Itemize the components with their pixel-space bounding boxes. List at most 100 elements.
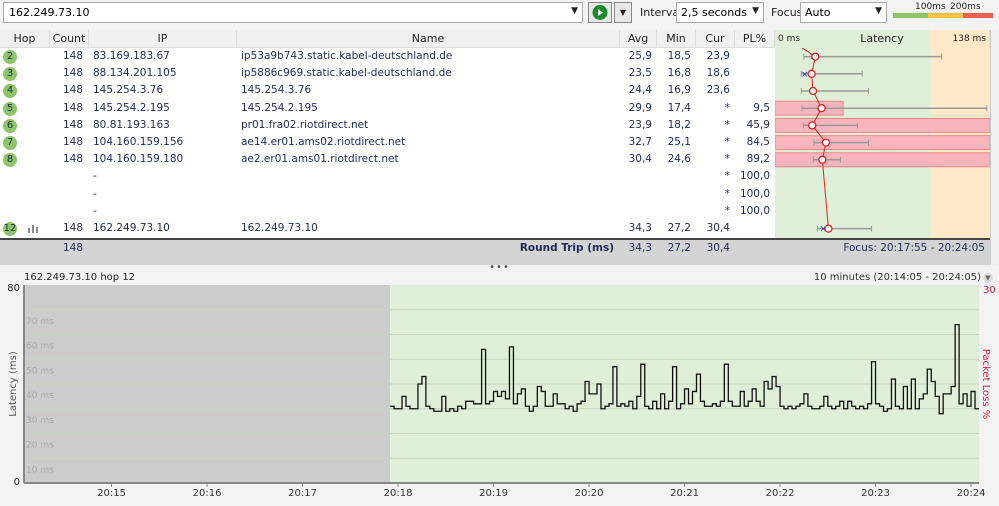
latency-sample xyxy=(410,408,414,410)
summary-row: 148 Round Trip (ms) 34,3 27,2 30,4 Focus… xyxy=(0,238,990,265)
latency-sample xyxy=(864,408,868,410)
latency-sample xyxy=(561,403,565,405)
latency-graph: ×××× xyxy=(775,48,990,235)
hop-row[interactable]: - * 100,0 xyxy=(0,168,775,185)
hop-cur: 23,6 xyxy=(706,84,730,97)
latency-sample xyxy=(585,381,589,383)
latency-sample xyxy=(824,395,828,397)
hop-count: 148 xyxy=(62,153,83,166)
latency-sample xyxy=(959,403,963,405)
chevron-down-icon[interactable]: ▼ xyxy=(571,6,578,16)
latency-sample xyxy=(832,408,836,410)
col-name[interactable]: Name xyxy=(237,30,620,48)
table-header: Hop Count IP Name Avg Min Cur PL% Latenc… xyxy=(0,30,990,48)
latency-sample xyxy=(402,395,406,397)
latency-sample xyxy=(951,385,955,387)
latency-sample xyxy=(963,393,967,395)
col-ip[interactable]: IP xyxy=(89,30,237,48)
hop-avg: 34,3 xyxy=(628,222,652,234)
latency-sample xyxy=(525,405,529,407)
hop-pl: 100,0 xyxy=(739,204,770,217)
start-options-dropdown[interactable]: ▼ xyxy=(614,2,632,23)
hop-name: pr01.fra02.riotdirect.net xyxy=(241,118,369,131)
grid-label: 30 ms xyxy=(26,416,54,426)
hop-pl: 45,9 xyxy=(746,118,770,131)
hop-badge: 7 xyxy=(3,136,17,150)
x-tick-label: 20:23 xyxy=(861,488,890,499)
col-pl[interactable]: PL% xyxy=(735,30,775,48)
latency-sample xyxy=(820,405,824,407)
hop-pl: 9,5 xyxy=(753,101,770,114)
start-trace-button[interactable] xyxy=(588,2,612,23)
hop-ip: 104.160.159.156 xyxy=(93,136,184,148)
hop-ip: 145.254.3.76 xyxy=(93,84,164,97)
hop-row[interactable]: - * 100,0 xyxy=(0,203,775,220)
hop-row[interactable]: 4 148 145.254.3.76 145.254.3.76 24,4 16,9 23,6 xyxy=(0,82,775,99)
hop-pl: 100,0 xyxy=(739,187,770,200)
latency-sample xyxy=(935,395,939,397)
hop-cur: * xyxy=(724,101,730,114)
col-cur[interactable]: Cur xyxy=(696,30,735,48)
bar-chart-icon[interactable] xyxy=(28,224,38,233)
hop-row[interactable]: 6 148 80.81.193.163 pr01.fra02.riotdirect.n… xyxy=(0,117,775,134)
hop-badge: 2 xyxy=(3,50,17,64)
pane-splitter[interactable]: ••• xyxy=(0,263,999,273)
hop-row[interactable]: 7 148 104.160.159.156 ae14.er01.ams02.riotd… xyxy=(0,134,775,151)
avg-latency-point xyxy=(817,104,826,113)
col-hop[interactable]: Hop xyxy=(0,30,50,48)
latency-sample xyxy=(685,388,689,390)
latency-sample xyxy=(541,390,545,392)
hop-row[interactable]: - * 100,0 xyxy=(0,186,775,203)
latency-sample xyxy=(601,408,605,410)
hop-row[interactable]: 8 148 104.160.159.180 ae2.er01.ams01.riotdi… xyxy=(0,151,775,168)
latency-sample xyxy=(808,405,812,407)
latency-sample xyxy=(804,393,808,395)
target-input[interactable]: 162.249.73.10 ▼ xyxy=(3,2,583,23)
latency-sample xyxy=(780,405,784,407)
x-tick-label: 20:19 xyxy=(479,488,508,499)
latency-sample xyxy=(458,405,462,407)
col-avg[interactable]: Avg xyxy=(620,30,657,48)
hop-row[interactable]: 12 148 162.249.73.10 162.249.73.10 34,3 27,2 3… xyxy=(0,220,775,237)
latency-sample xyxy=(394,408,398,410)
interval-select[interactable]: 2,5 seconds ▼ xyxy=(676,2,764,23)
hop-avg: 32,7 xyxy=(628,136,652,148)
hop-pl: 89,2 xyxy=(746,153,770,166)
latency-sample xyxy=(398,408,402,410)
x-tick-label: 20:15 xyxy=(97,488,126,499)
latency-sample xyxy=(505,398,509,400)
latency-sample xyxy=(708,405,712,407)
latency-sample xyxy=(848,400,852,402)
x-tick-label: 20:20 xyxy=(575,488,604,499)
latency-sample xyxy=(609,403,613,405)
latency-sample xyxy=(764,381,768,383)
latency-sample xyxy=(752,388,756,390)
avg-latency-point xyxy=(811,52,820,61)
hop-ip: 80.81.193.163 xyxy=(93,118,170,131)
latency-sample xyxy=(700,400,704,402)
hop-count: - xyxy=(93,204,97,217)
latency-sample xyxy=(430,408,434,410)
latency-sample xyxy=(494,390,498,392)
table-scrollbar[interactable] xyxy=(990,30,999,265)
focus-select[interactable]: Auto ▼ xyxy=(800,2,887,23)
hop-cur: * xyxy=(724,170,730,183)
latency-sample xyxy=(884,410,888,412)
col-count[interactable]: Count xyxy=(50,30,89,48)
x-tick-label: 20:22 xyxy=(766,488,795,499)
hop-cur: * xyxy=(724,118,730,131)
hop-row[interactable]: 5 148 145.254.2.195 145.254.2.195 29,9 17,4 * 9… xyxy=(0,100,775,117)
latency-sample xyxy=(517,393,521,395)
latency-sample xyxy=(947,393,951,395)
col-latency[interactable]: Latency 0 ms 138 ms xyxy=(775,30,990,48)
latency-sample xyxy=(907,408,911,410)
latency-sample xyxy=(438,410,442,412)
avg-latency-point xyxy=(808,121,817,130)
hop-row[interactable]: 3 148 88.134.201.105 ip5886c969.static.kabe… xyxy=(0,65,775,82)
grid-label: 70 ms xyxy=(26,317,54,327)
hop-row[interactable]: 2 148 83.169.183.67 ip53a9b743.static.kabel… xyxy=(0,48,775,65)
col-min[interactable]: Min xyxy=(657,30,696,48)
latency-sample xyxy=(521,388,525,390)
latency-sample xyxy=(454,410,458,412)
avg-latency-point xyxy=(807,69,816,78)
